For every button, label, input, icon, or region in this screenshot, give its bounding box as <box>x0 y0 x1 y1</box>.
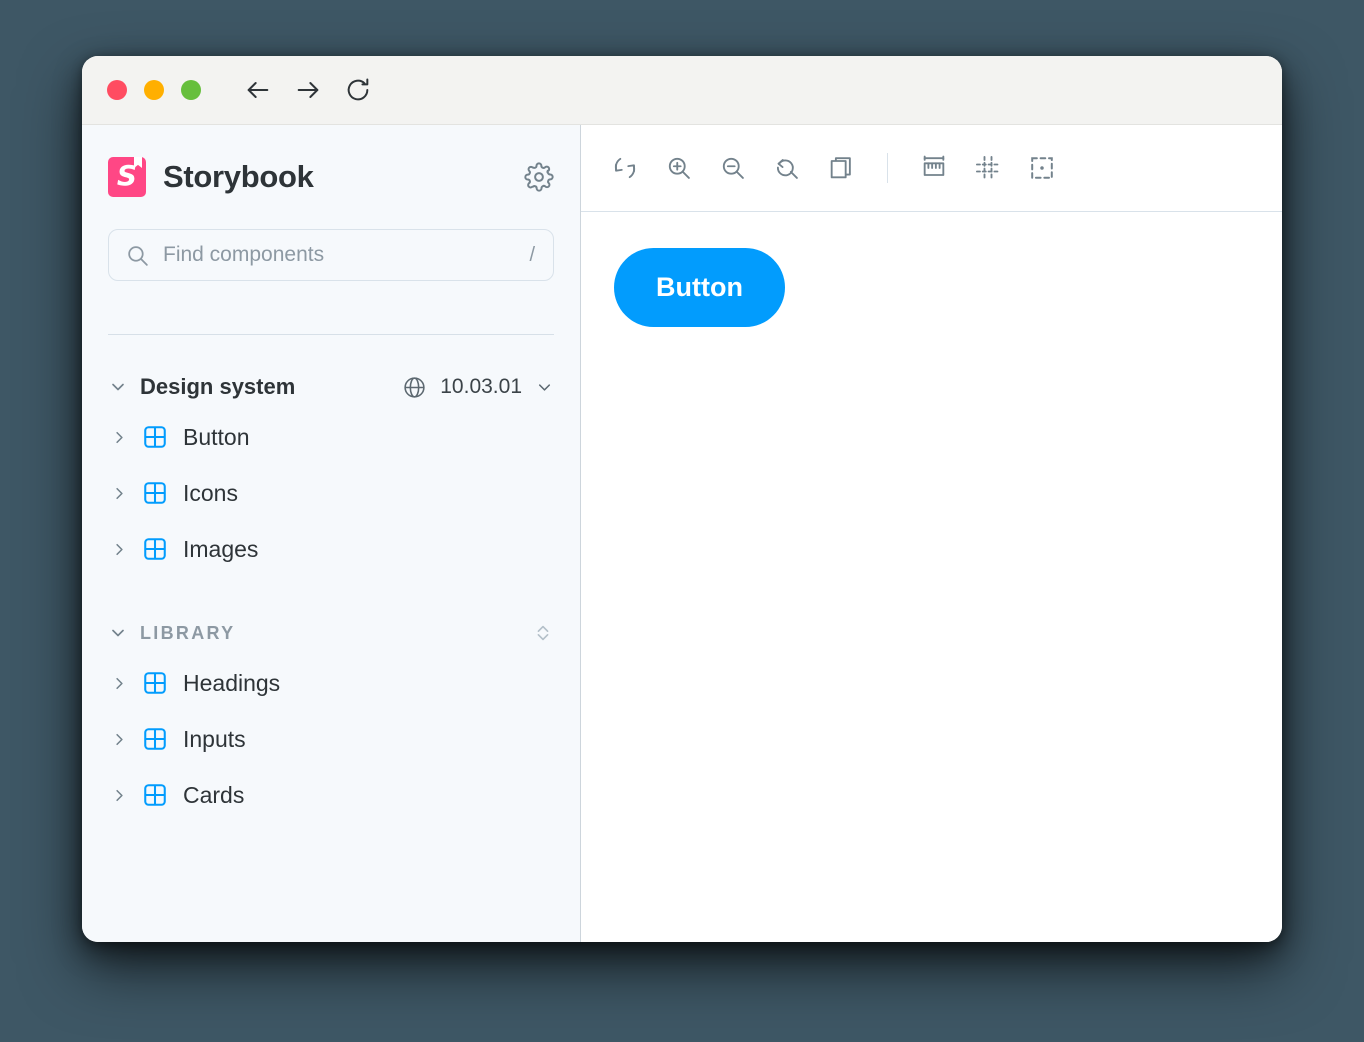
tree-group-spacer <box>108 577 554 611</box>
component-grid-icon <box>142 480 168 506</box>
search-area: / <box>108 229 554 281</box>
measure-button[interactable] <box>912 146 956 190</box>
maximize-window-button[interactable] <box>181 80 201 100</box>
version-selector[interactable]: 10.03.01 <box>402 375 554 400</box>
forward-button[interactable] <box>293 75 323 105</box>
zoom-in-button[interactable] <box>657 146 701 190</box>
chevron-right-icon <box>108 786 130 805</box>
browser-nav-controls <box>243 75 373 105</box>
component-grid-icon <box>142 782 168 808</box>
globe-icon <box>402 375 427 400</box>
tree-item-label: Images <box>183 535 259 562</box>
version-label: 10.03.01 <box>440 375 522 398</box>
component-grid-icon <box>142 726 168 752</box>
traffic-lights <box>107 80 201 100</box>
logo-bookmark-flag <box>134 157 142 168</box>
minimize-window-button[interactable] <box>144 80 164 100</box>
storybook-logo-icon: S <box>108 157 146 197</box>
reload-button[interactable] <box>343 75 373 105</box>
preview-toolbar <box>581 125 1282 212</box>
tree-group-label: Design system <box>140 374 296 399</box>
component-tree: Design system 10.03.01 Button Icons Imag… <box>108 335 554 823</box>
browser-window: S Storybook Find components / Design sys… <box>82 56 1282 942</box>
component-grid-icon <box>142 536 168 562</box>
tree-item-inputs[interactable]: Inputs <box>108 711 554 767</box>
search-icon <box>125 243 150 268</box>
tree-item-label: Button <box>183 423 250 450</box>
chevron-right-icon <box>108 484 130 503</box>
brand-title: Storybook <box>163 159 314 194</box>
chevron-right-icon <box>108 730 130 749</box>
search-box[interactable]: / <box>108 229 554 281</box>
tree-item-button[interactable]: Button <box>108 409 554 465</box>
tree-group-design-system[interactable]: Design system 10.03.01 <box>108 365 554 409</box>
preview-button[interactable]: Button <box>614 248 785 327</box>
search-shortcut-hint: / <box>529 243 535 266</box>
remount-button[interactable] <box>603 146 647 190</box>
app-body: S Storybook Find components / Design sys… <box>82 125 1282 942</box>
component-grid-icon <box>142 670 168 696</box>
sort-chevrons-icon[interactable] <box>532 620 554 646</box>
search-input[interactable] <box>163 243 530 267</box>
sidebar-header: S Storybook <box>108 125 554 211</box>
grid-button[interactable] <box>966 146 1010 190</box>
chevron-down-icon <box>108 623 128 643</box>
close-window-button[interactable] <box>107 80 127 100</box>
outline-button[interactable] <box>1020 146 1064 190</box>
tree-item-headings[interactable]: Headings <box>108 655 554 711</box>
tree-item-icons[interactable]: Icons <box>108 465 554 521</box>
window-titlebar <box>82 56 1282 125</box>
tree-group-library[interactable]: LIBRARY <box>108 611 554 655</box>
tree-item-cards[interactable]: Cards <box>108 767 554 823</box>
chevron-down-icon <box>108 377 128 397</box>
chevron-right-icon <box>108 428 130 447</box>
gear-icon[interactable] <box>524 162 554 192</box>
chevron-right-icon <box>108 674 130 693</box>
chevron-down-icon <box>535 378 554 397</box>
toolbar-separator <box>887 153 888 183</box>
tree-item-label: Inputs <box>183 725 246 752</box>
chevron-right-icon <box>108 540 130 559</box>
component-grid-icon <box>142 424 168 450</box>
zoom-out-button[interactable] <box>711 146 755 190</box>
zoom-reset-button[interactable] <box>765 146 809 190</box>
main-panel: Button <box>581 125 1282 942</box>
tree-item-images[interactable]: Images <box>108 521 554 577</box>
tree-item-label: Cards <box>183 781 245 808</box>
story-canvas: Button <box>581 212 1282 942</box>
tree-group-label: LIBRARY <box>140 622 236 643</box>
back-button[interactable] <box>243 75 273 105</box>
sidebar: S Storybook Find components / Design sys… <box>82 125 581 942</box>
copy-button[interactable] <box>819 146 863 190</box>
tree-item-label: Icons <box>183 479 238 506</box>
tree-item-label: Headings <box>183 669 281 696</box>
